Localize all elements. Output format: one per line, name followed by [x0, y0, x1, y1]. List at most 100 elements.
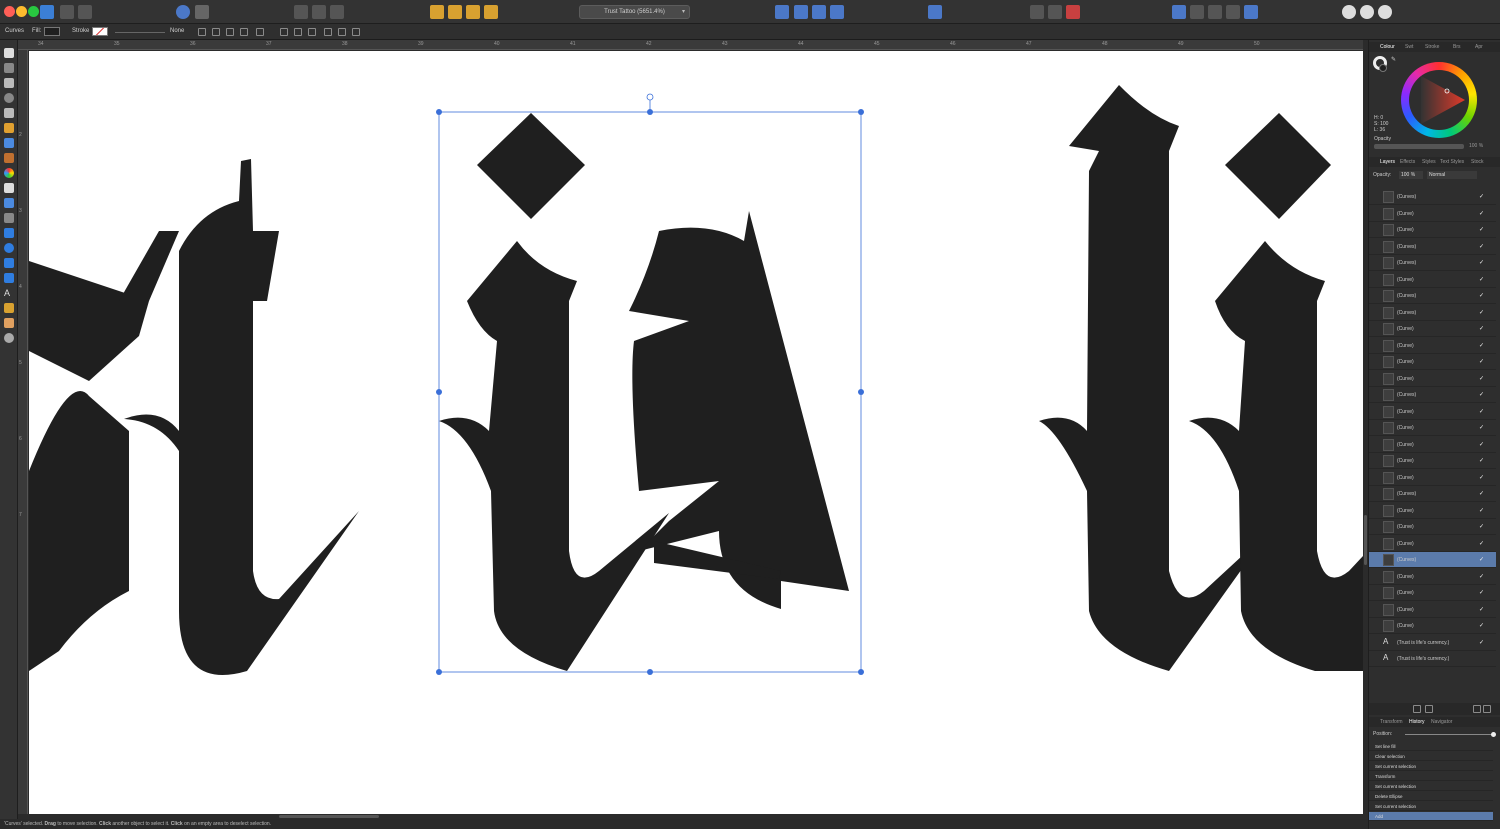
assistant-icon[interactable]	[1360, 5, 1374, 19]
history-item[interactable]: Clear selection	[1369, 752, 1493, 761]
arrange-back-icon[interactable]	[430, 5, 444, 19]
layer-row[interactable]: (Curve) ✓	[1369, 536, 1496, 552]
tab-layers[interactable]: Layers	[1380, 159, 1395, 165]
eyedropper-icon[interactable]: ✎	[1391, 56, 1397, 63]
align-center-icon[interactable]	[294, 28, 302, 36]
layer-row[interactable]: (Curve) ✓	[1369, 321, 1496, 337]
layer-visibility-checkbox[interactable]: ✓	[1479, 457, 1484, 464]
layer-row[interactable]: (Curve) ✓	[1369, 371, 1496, 387]
arrange-forward-icon[interactable]	[466, 5, 480, 19]
history-item[interactable]: Delete Ellipse	[1369, 792, 1493, 801]
corner-tool-icon[interactable]	[4, 108, 14, 118]
layer-row[interactable]: (Curve) ✓	[1369, 420, 1496, 436]
flip-vertical-icon[interactable]	[794, 5, 808, 19]
node-tool-icon[interactable]	[4, 78, 14, 88]
boolean-divide-icon[interactable]	[1244, 5, 1258, 19]
layer-visibility-checkbox[interactable]: ✓	[1479, 474, 1484, 481]
layer-row[interactable]: (Curve) ✓	[1369, 354, 1496, 370]
arrange-front-icon[interactable]	[484, 5, 498, 19]
close-window-button[interactable]	[4, 6, 15, 17]
layer-row[interactable]: (Curve) ✓	[1369, 453, 1496, 469]
rectangle-tool-icon[interactable]	[4, 228, 14, 238]
layer-row[interactable]: (Curves) ✓	[1369, 255, 1496, 271]
ruler-vertical[interactable]: 2 3 4 5 6 7	[18, 50, 28, 814]
boolean-add-icon[interactable]	[1172, 5, 1186, 19]
studio-icon[interactable]	[1342, 5, 1356, 19]
artboard-tool-icon[interactable]	[4, 63, 14, 73]
layer-visibility-checkbox[interactable]: ✓	[1479, 606, 1484, 613]
arrange-backward-icon[interactable]	[448, 5, 462, 19]
group-icon[interactable]	[256, 28, 264, 36]
duplicate-icon[interactable]	[240, 28, 248, 36]
rotate-right-icon[interactable]	[830, 5, 844, 19]
layer-row[interactable]: (Curve) ✓	[1369, 404, 1496, 420]
align-icon[interactable]	[928, 5, 942, 19]
tab-styles[interactable]: Styles	[1422, 159, 1436, 165]
fill-swatch[interactable]	[44, 27, 60, 36]
colour-wheel[interactable]	[1401, 62, 1477, 138]
layer-row[interactable]: (Curve) ✓	[1369, 222, 1496, 238]
layer-visibility-checkbox[interactable]: ✓	[1479, 391, 1484, 398]
layer-visibility-checkbox[interactable]: ✓	[1479, 358, 1484, 365]
layer-visibility-checkbox[interactable]: ✓	[1479, 540, 1484, 547]
snap-icon[interactable]	[294, 5, 308, 19]
bounding-box-icon[interactable]	[212, 28, 220, 36]
tab-effects[interactable]: Effects	[1400, 159, 1415, 165]
layer-row[interactable]: (Curves) ✓	[1369, 486, 1496, 502]
layer-row[interactable]: (Curve) ✓	[1369, 618, 1496, 634]
scroll-thumb[interactable]	[279, 815, 379, 818]
layer-visibility-checkbox[interactable]: ✓	[1479, 259, 1484, 266]
layer-row[interactable]: (Curve) ✓	[1369, 206, 1496, 222]
layer-row[interactable]: (Curves) ✓	[1369, 552, 1496, 568]
tab-brushes[interactable]: Brs	[1453, 44, 1461, 50]
layer-row[interactable]: A (Trust is life's currency.)	[1369, 651, 1496, 667]
layer-visibility-checkbox[interactable]: ✓	[1479, 573, 1484, 580]
layer-row[interactable]: A (Trust is life's currency.) ✓	[1369, 635, 1496, 651]
layer-visibility-checkbox[interactable]: ✓	[1479, 309, 1484, 316]
history-list[interactable]: Set line fill Clear selection Set current …	[1369, 740, 1500, 829]
rounded-rect-tool-icon[interactable]	[4, 258, 14, 268]
layer-row[interactable]: (Curve) ✓	[1369, 602, 1496, 618]
layer-visibility-checkbox[interactable]: ✓	[1479, 226, 1484, 233]
vector-brush-tool-icon[interactable]	[4, 153, 14, 163]
zoom-window-button[interactable]	[28, 6, 39, 17]
layer-visibility-checkbox[interactable]: ✓	[1479, 556, 1484, 563]
layer-visibility-checkbox[interactable]: ✓	[1479, 408, 1484, 415]
align-middle-icon[interactable]	[338, 28, 346, 36]
rotate-left-icon[interactable]	[812, 5, 826, 19]
delete-layer-icon[interactable]	[1483, 705, 1491, 713]
transparency-tool-icon[interactable]	[4, 183, 14, 193]
pen-tool-icon[interactable]	[4, 123, 14, 133]
layer-row[interactable]: (Curve) ✓	[1369, 470, 1496, 486]
designer-persona-icon[interactable]	[60, 5, 74, 19]
layer-row[interactable]: (Curves) ✓	[1369, 288, 1496, 304]
layer-visibility-checkbox[interactable]: ✓	[1479, 507, 1484, 514]
boolean-subtract-icon[interactable]	[1190, 5, 1204, 19]
layer-visibility-checkbox[interactable]: ✓	[1479, 424, 1484, 431]
align-top-icon[interactable]	[324, 28, 332, 36]
mask-icon[interactable]	[1425, 705, 1433, 713]
history-item[interactable]: Add	[1369, 812, 1493, 821]
opacity-slider[interactable]	[1374, 144, 1464, 149]
stroke-colour-well[interactable]	[1379, 64, 1387, 72]
tab-appearance[interactable]: Apr	[1475, 44, 1483, 50]
layer-row[interactable]: (Curves) ✓	[1369, 239, 1496, 255]
tab-swatches[interactable]: Swt	[1405, 44, 1413, 50]
layer-visibility-checkbox[interactable]: ✓	[1479, 441, 1484, 448]
move-tool-icon[interactable]	[4, 48, 14, 58]
layer-visibility-checkbox[interactable]: ✓	[1479, 193, 1484, 200]
layer-visibility-checkbox[interactable]: ✓	[1479, 210, 1484, 217]
transform-origin-icon[interactable]	[198, 28, 206, 36]
layer-visibility-checkbox[interactable]: ✓	[1479, 243, 1484, 250]
pixel-persona-icon[interactable]	[195, 5, 209, 19]
shape-builder-icon[interactable]	[176, 5, 190, 19]
align-bottom-icon[interactable]	[352, 28, 360, 36]
layer-row[interactable]: (Curves) ✓	[1369, 305, 1496, 321]
hand-tool-icon[interactable]	[4, 318, 14, 328]
cog-shape-tool-icon[interactable]	[4, 273, 14, 283]
layer-row[interactable]: (Curve) ✓	[1369, 437, 1496, 453]
colour-picker-tool-icon[interactable]	[4, 303, 14, 313]
layer-row[interactable]: (Curve) ✓	[1369, 519, 1496, 535]
snap-options-icon[interactable]	[312, 5, 326, 19]
align-right-icon[interactable]	[308, 28, 316, 36]
